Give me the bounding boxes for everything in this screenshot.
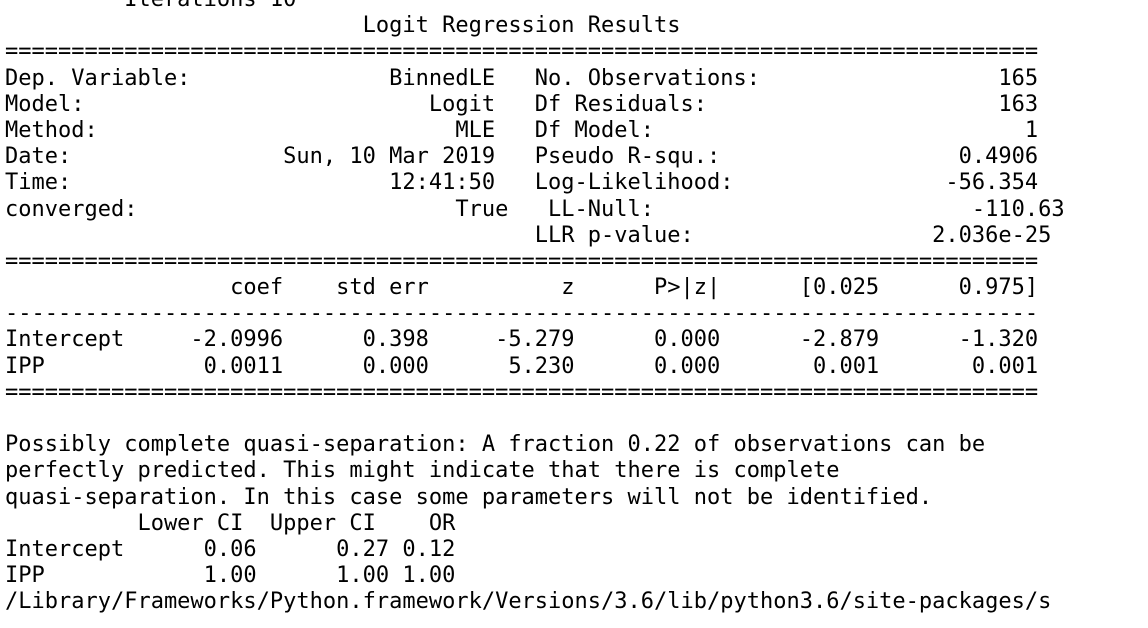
separator-double-bottom: ========================================…	[5, 379, 1039, 405]
odds-row-intercept: Intercept 0.06 0.27 0.12	[5, 536, 456, 562]
summary-row-model: Model: Logit Df Residuals: 163	[5, 91, 1039, 117]
coef-table-header: coef std err z P>|z| [0.025 0.975]	[5, 275, 1039, 301]
summary-row-converged: converged: True LL-Null: -110.63	[5, 196, 1065, 222]
warning-line-2: perfectly predicted. This might indicate…	[5, 458, 840, 484]
coef-row-intercept: Intercept -2.0996 0.398 -5.279 0.000 -2.…	[5, 327, 1039, 353]
separator-double-mid: ========================================…	[5, 248, 1039, 274]
summary-row-date: Date: Sun, 10 Mar 2019 Pseudo R-squ.: 0.…	[5, 144, 1039, 170]
warning-line-1: Possibly complete quasi-separation: A fr…	[5, 432, 986, 458]
odds-table-header: Lower CI Upper CI OR	[5, 510, 456, 536]
summary-row-dep-variable: Dep. Variable: BinnedLE No. Observations…	[5, 65, 1039, 91]
console-line-iterations: Iterations 10	[5, 0, 1065, 13]
summary-row-method: Method: MLE Df Model: 1	[5, 117, 1039, 143]
odds-row-ipp: IPP 1.00 1.00 1.00	[5, 563, 456, 589]
summary-row-time: Time: 12:41:50 Log-Likelihood: -56.354	[5, 170, 1039, 196]
separator-double-top: ========================================…	[5, 39, 1039, 65]
results-title: Logit Regression Results	[5, 13, 1039, 39]
separator-dash: ----------------------------------------…	[5, 301, 1039, 327]
coef-row-ipp: IPP 0.0011 0.000 5.230 0.000 0.001 0.001	[5, 353, 1039, 379]
console-line-path: /Library/Frameworks/Python.framework/Ver…	[5, 589, 1052, 615]
warning-line-3: quasi-separation. In this case some para…	[5, 484, 933, 510]
console-output: Iterations 10 Logit Regression Results =…	[5, 0, 1065, 616]
summary-row-llr-pvalue: LLR p-value: 2.036e-25	[5, 222, 1052, 248]
